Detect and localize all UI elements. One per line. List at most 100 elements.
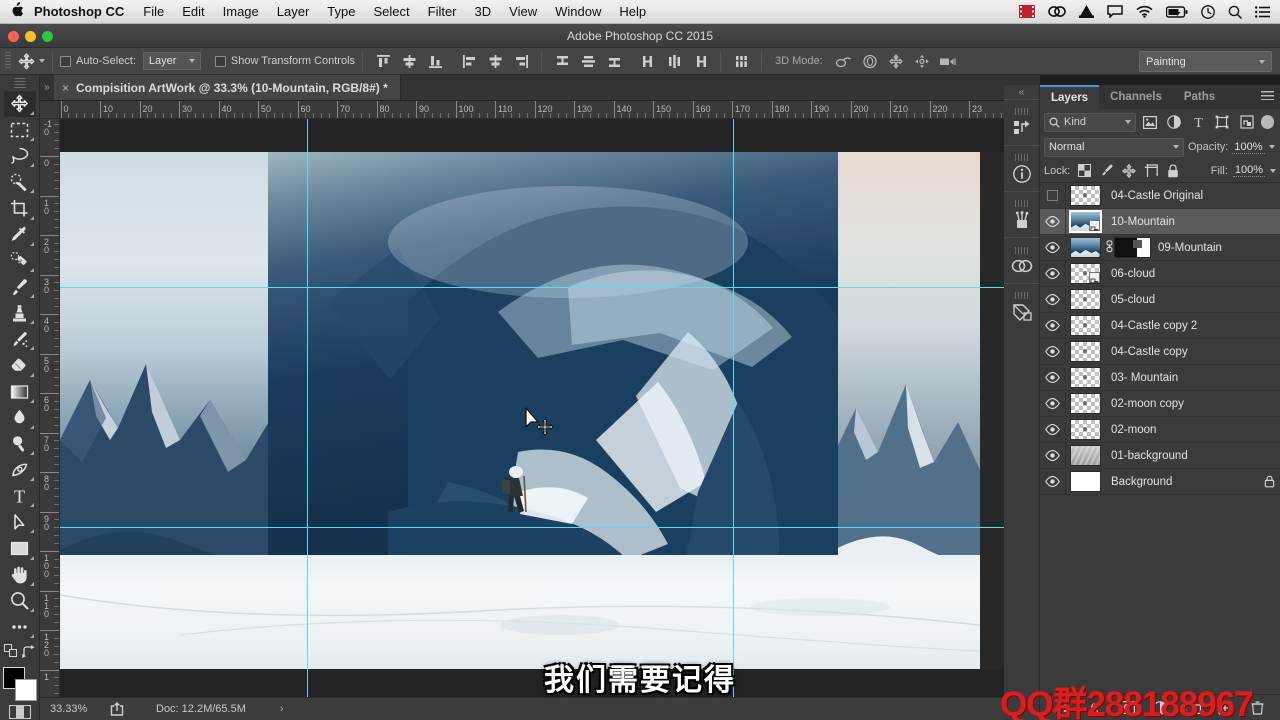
distribute-top-edges-button[interactable] (549, 50, 575, 72)
menu-view[interactable]: View (500, 4, 546, 19)
align-more-options-button[interactable] (728, 50, 754, 72)
align-bottom-edges-button[interactable] (422, 50, 448, 72)
move-tool-preset-chevron[interactable] (39, 59, 45, 63)
swap-colors-icon[interactable] (22, 644, 35, 663)
menu-image[interactable]: Image (214, 4, 268, 19)
hand-tool[interactable] (4, 562, 36, 588)
guide-vertical-2[interactable] (733, 119, 734, 697)
filter-shape-layers-icon[interactable] (1212, 113, 1232, 132)
layer-visibility-eye-icon[interactable] (1040, 417, 1066, 442)
layer-visibility-eye-icon[interactable] (1040, 209, 1066, 234)
layer-thumbnail[interactable] (1066, 289, 1104, 310)
crop-tool[interactable] (4, 195, 36, 221)
film-strip-icon[interactable] (1019, 5, 1035, 18)
lasso-tool[interactable] (4, 143, 36, 169)
move-tool[interactable] (3, 90, 36, 117)
distribute-right-edges-button[interactable] (687, 50, 713, 72)
color-swatches[interactable] (2, 667, 37, 702)
menu-type[interactable]: Type (318, 4, 364, 19)
layer-name[interactable]: 09-Mountain (1151, 242, 1280, 254)
layer-name[interactable]: 04-Castle copy 2 (1104, 320, 1280, 332)
panel-menu-icon[interactable] (1261, 91, 1274, 100)
adjustments-panel-icon[interactable] (1003, 283, 1040, 329)
layer-visibility-eye-icon[interactable] (1040, 235, 1066, 260)
menu-window[interactable]: Window (546, 4, 610, 19)
menu-app-name[interactable]: Photoshop CC (34, 4, 134, 19)
rotate-3d-object-icon[interactable] (831, 50, 857, 72)
cc-libraries-panel-icon[interactable] (1003, 237, 1040, 283)
zoom-tool[interactable] (4, 588, 36, 614)
opacity-value[interactable]: 100% (1232, 141, 1265, 154)
lock-image-pixels-icon[interactable] (1098, 162, 1115, 179)
layer-visibility-eye-icon[interactable] (1040, 261, 1066, 286)
share-icon[interactable] (104, 702, 130, 716)
tab-paths[interactable]: Paths (1173, 85, 1226, 109)
layer-thumbnail[interactable] (1066, 185, 1104, 206)
close-document-icon[interactable]: × (62, 81, 69, 95)
layer-visibility-eye-icon[interactable] (1040, 469, 1066, 494)
table-row[interactable]: 05-cloud (1040, 287, 1280, 313)
table-row[interactable]: 03- Mountain (1040, 365, 1280, 391)
layer-name[interactable]: 01-background (1104, 450, 1280, 462)
layer-thumbnail[interactable] (1066, 367, 1104, 388)
chat-bubble-icon[interactable] (1107, 5, 1123, 18)
history-panel-icon[interactable] (1003, 99, 1040, 145)
dodge-tool[interactable] (4, 431, 36, 457)
lock-transparent-pixels-icon[interactable] (1076, 162, 1093, 179)
new-fill-adjustment-layer-icon[interactable] (1150, 698, 1170, 718)
layer-visibility-eye-icon[interactable] (1040, 313, 1066, 338)
table-row[interactable]: 09-Mountain (1040, 235, 1280, 261)
battery-charging-icon[interactable] (1166, 5, 1188, 18)
layer-thumbnail[interactable] (1066, 341, 1104, 362)
expand-panels-chevron-icon[interactable]: « (1019, 85, 1025, 99)
layer-mask-thumbnail[interactable] (1114, 237, 1151, 258)
align-vertical-centers-button[interactable] (396, 50, 422, 72)
fill-value[interactable]: 100% (1232, 164, 1265, 177)
lock-position-icon[interactable] (1120, 162, 1137, 179)
layer-visibility-eye-icon[interactable] (1040, 391, 1066, 416)
document-tab[interactable]: × Compisition ArtWork @ 33.3% (10-Mounta… (54, 75, 401, 100)
guide-vertical-1[interactable] (307, 119, 308, 697)
layer-visibility-off-icon[interactable] (1040, 183, 1066, 208)
layer-thumbnail[interactable] (1066, 471, 1104, 492)
layer-thumbnail[interactable] (1066, 263, 1104, 284)
filter-smart-objects-icon[interactable] (1237, 113, 1257, 132)
collapse-tabs-chevron-icon[interactable]: » (40, 75, 54, 100)
auto-select-checkbox[interactable] (60, 55, 71, 67)
roll-3d-object-icon[interactable] (857, 50, 883, 72)
filter-toggle-switch[interactable] (1260, 115, 1274, 129)
delete-layer-icon[interactable] (1248, 698, 1268, 718)
layer-visibility-eye-icon[interactable] (1040, 339, 1066, 364)
fill-chevron-icon[interactable] (1270, 168, 1276, 173)
horizontal-ruler[interactable]: 0 10 20 30 40 50 60 70 80 90 100 110 120 130 140 150 160… (60, 101, 1040, 119)
scale-3d-camera-icon[interactable] (935, 50, 961, 72)
blend-mode-dropdown[interactable]: Normal (1044, 137, 1184, 157)
status-expand-chevron-icon[interactable]: › (280, 703, 284, 715)
opacity-chevron-icon[interactable] (1268, 145, 1275, 149)
drag-3d-object-icon[interactable] (883, 50, 909, 72)
menu-edit[interactable]: Edit (173, 4, 213, 19)
layer-visibility-eye-icon[interactable] (1040, 365, 1066, 390)
creative-cloud-icon[interactable] (1048, 5, 1066, 18)
menu-help[interactable]: Help (610, 4, 655, 19)
menu-3d[interactable]: 3D (466, 4, 501, 19)
spot-healing-brush-tool[interactable] (4, 248, 36, 274)
default-colors-icon[interactable] (4, 644, 18, 663)
apple-menu-icon[interactable] (0, 1, 34, 22)
table-row[interactable]: 10-Mountain (1040, 209, 1280, 235)
layer-name[interactable]: Background (1104, 476, 1258, 488)
maximize-window-button[interactable] (42, 31, 53, 42)
layer-name[interactable]: 10-Mountain (1104, 216, 1280, 228)
google-drive-icon[interactable] (1079, 5, 1094, 18)
canvas-viewport[interactable] (60, 119, 1040, 697)
tools-panel-grip[interactable] (13, 78, 26, 89)
layer-thumbnail[interactable] (1066, 419, 1104, 440)
layer-name[interactable]: 04-Castle copy (1104, 346, 1280, 358)
align-left-edges-button[interactable] (456, 50, 482, 72)
zoom-level-field[interactable]: 33.33% (40, 703, 104, 715)
layer-list[interactable]: 04-Castle Original 10-Mountain 09-Mountain… (1040, 183, 1280, 694)
layer-visibility-eye-icon[interactable] (1040, 287, 1066, 312)
slide-3d-object-icon[interactable] (909, 50, 935, 72)
align-right-edges-button[interactable] (508, 50, 534, 72)
show-transform-controls-checkbox[interactable] (214, 55, 226, 67)
